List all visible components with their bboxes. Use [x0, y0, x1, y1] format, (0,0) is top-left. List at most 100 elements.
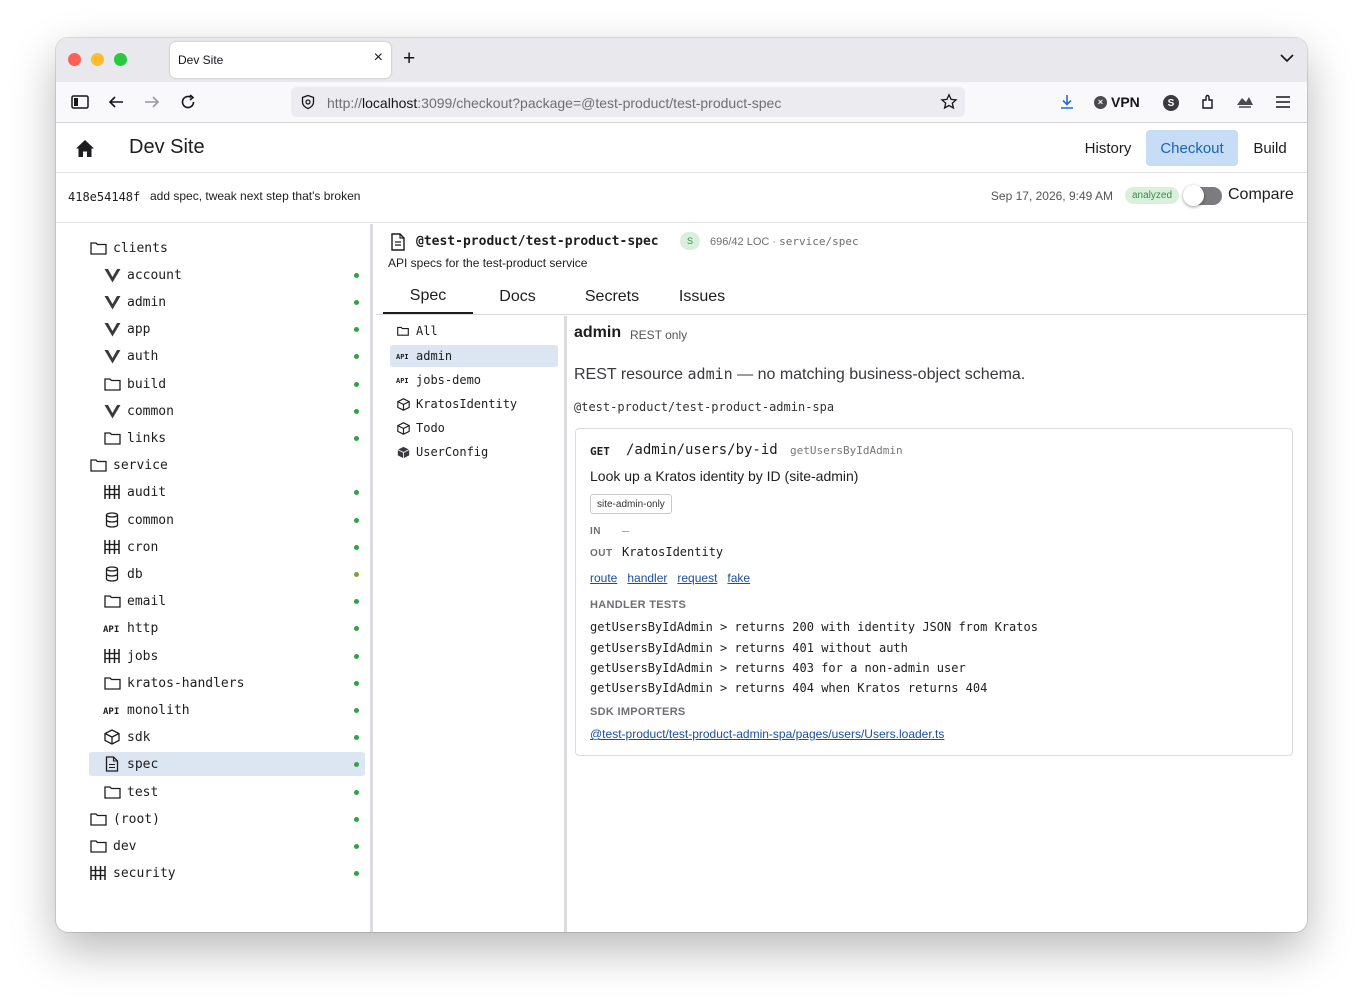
spec-item-jobs-demo[interactable]: API jobs-demo	[390, 369, 558, 391]
tree-item-email[interactable]: email	[89, 589, 365, 613]
tree-item-auth[interactable]: auth	[89, 344, 365, 368]
nav-history[interactable]: History	[1075, 130, 1141, 166]
tree-item-app[interactable]: app	[89, 317, 365, 341]
address-bar[interactable]: http://localhost:3099/checkout?package=@…	[291, 87, 965, 117]
tree-item-test[interactable]: test	[89, 780, 365, 804]
vue-icon	[103, 266, 121, 284]
tab-secrets[interactable]: Secrets	[566, 280, 658, 314]
cube-icon	[103, 728, 121, 746]
tree-item-label: build	[127, 376, 167, 392]
tree-item-root[interactable]: (root)	[89, 807, 365, 831]
zoom-window-button[interactable]	[114, 53, 127, 66]
database-icon	[103, 565, 121, 583]
folder-icon	[103, 429, 121, 447]
reload-icon[interactable]	[177, 91, 199, 113]
tree-item-build[interactable]: build	[89, 372, 365, 396]
tree-item-common[interactable]: common	[89, 399, 365, 423]
tree-item-common[interactable]: common	[89, 508, 365, 532]
tree-item-service[interactable]: service	[89, 453, 365, 477]
columns-icon	[103, 483, 121, 501]
tab-title: Dev Site	[178, 53, 224, 67]
handler-test: getUsersByIdAdmin > returns 404 when Kra…	[590, 681, 988, 695]
tree-item-links[interactable]: links	[89, 426, 365, 450]
sdk-importer-link[interactable]: @test-product/test-product-admin-spa/pag…	[590, 727, 944, 741]
download-icon[interactable]	[1056, 91, 1078, 113]
tree-item-admin[interactable]: admin	[89, 290, 365, 314]
tree-item-audit[interactable]: audit	[89, 480, 365, 504]
status-dot	[354, 300, 359, 305]
nav-checkout[interactable]: Checkout	[1146, 130, 1238, 166]
shield-icon[interactable]	[300, 94, 316, 110]
site-title: Dev Site	[129, 136, 205, 158]
account-avatar-icon[interactable]: S	[1163, 95, 1179, 111]
tree-item-sdk[interactable]: sdk	[89, 725, 365, 749]
link-handler[interactable]: handler	[627, 571, 667, 585]
tree-item-kratos-handlers[interactable]: kratos-handlers	[89, 671, 365, 695]
status-dot	[354, 490, 359, 495]
link-request[interactable]: request	[677, 571, 717, 585]
svg-text:API: API	[103, 707, 119, 715]
commit-sha[interactable]: 418e54148f	[68, 190, 140, 204]
output-label: OUT	[590, 548, 613, 559]
vue-icon	[103, 320, 121, 338]
hamburger-menu-icon[interactable]	[1272, 91, 1294, 113]
extension-fox-icon[interactable]	[1234, 91, 1256, 113]
tree-item-label: http	[127, 620, 159, 636]
status-dot	[354, 545, 359, 550]
status-dot	[354, 354, 359, 359]
tree-item-security[interactable]: security	[89, 861, 365, 885]
vpn-button[interactable]: × VPN	[1094, 94, 1140, 110]
tab-issues[interactable]: Issues	[662, 280, 742, 314]
spec-item-admin[interactable]: API admin	[390, 345, 558, 367]
home-icon[interactable]	[75, 139, 95, 158]
tree-item-clients[interactable]: clients	[89, 236, 365, 260]
tree-item-account[interactable]: account	[89, 263, 365, 287]
compare-label: Compare	[1228, 186, 1294, 203]
tree-item-cron[interactable]: cron	[89, 535, 365, 559]
tab-spec[interactable]: Spec	[383, 280, 473, 314]
link-fake[interactable]: fake	[727, 571, 750, 585]
status-dot	[354, 790, 359, 795]
back-arrow-icon[interactable]	[105, 91, 127, 113]
tree-item-label: cron	[127, 539, 159, 555]
status-dot	[354, 273, 359, 278]
forward-arrow-icon[interactable]	[141, 91, 163, 113]
endpoint-tag: site-admin-only	[590, 494, 672, 514]
tree-item-jobs[interactable]: jobs	[89, 644, 365, 668]
tree-item-monolith[interactable]: API monolith	[89, 698, 365, 722]
new-tab-button[interactable]: +	[403, 47, 415, 71]
spec-item-label: UserConfig	[416, 445, 489, 459]
vpn-status-icon: ×	[1094, 95, 1107, 109]
sidebar-toggle-icon[interactable]	[69, 91, 91, 113]
folder-icon	[89, 239, 107, 257]
status-dot	[354, 681, 359, 686]
package-description: API specs for the test-product service	[388, 256, 588, 270]
link-route[interactable]: route	[590, 571, 617, 585]
compare-toggle[interactable]	[1183, 185, 1222, 206]
spec-list: All API admin API jobs-demo KratosIdentity Tod…	[376, 316, 567, 932]
spec-item-all[interactable]: All	[390, 320, 558, 342]
tab-close-icon[interactable]: ×	[374, 49, 383, 67]
resource-name: admin	[574, 324, 622, 341]
tree-item-http[interactable]: API http	[89, 616, 365, 640]
package-panel: @test-product/test-product-spec S 696/42…	[376, 224, 1307, 932]
spec-item-label: All	[416, 324, 438, 338]
browser-tab[interactable]: Dev Site ×	[170, 42, 391, 78]
tree-item-dev[interactable]: dev	[89, 834, 365, 858]
spec-item-userconfig[interactable]: UserConfig	[390, 441, 558, 463]
tree-item-db[interactable]: db	[89, 562, 365, 586]
tab-docs[interactable]: Docs	[480, 280, 555, 314]
chevron-down-icon[interactable]	[1279, 50, 1295, 66]
spec-item-kratosidentity[interactable]: KratosIdentity	[390, 393, 558, 415]
spec-item-todo[interactable]: Todo	[390, 417, 558, 439]
sdk-importers-heading: SDK IMPORTERS	[590, 706, 686, 718]
http-method: GET	[590, 445, 610, 458]
close-window-button[interactable]	[68, 53, 81, 66]
extensions-icon[interactable]	[1197, 91, 1219, 113]
minimize-window-button[interactable]	[91, 53, 104, 66]
nav-build[interactable]: Build	[1243, 130, 1297, 166]
tree-item-spec[interactable]: spec	[89, 752, 365, 776]
tree-item-label: db	[127, 566, 143, 582]
bookmark-star-icon[interactable]	[940, 93, 958, 111]
url-text[interactable]: http://localhost:3099/checkout?package=@…	[327, 95, 781, 111]
